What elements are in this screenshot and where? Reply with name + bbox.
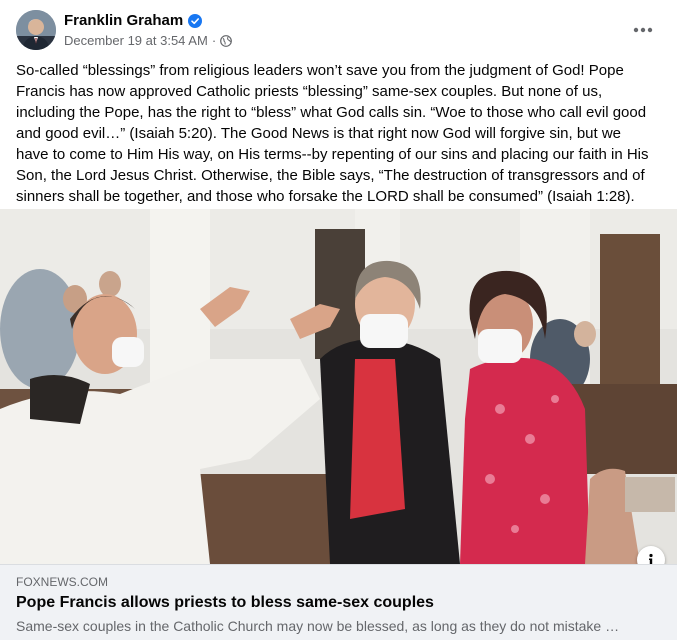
- globe-icon[interactable]: [220, 34, 233, 47]
- post-timestamp[interactable]: December 19 at 3:54 AM: [64, 33, 208, 48]
- link-domain: FOXNEWS.COM: [16, 575, 108, 589]
- verified-badge-icon: [188, 13, 203, 28]
- meta-separator: ·: [211, 33, 217, 48]
- more-options-icon[interactable]: [625, 12, 661, 48]
- facebook-post: Franklin Graham December 19 at 3:54 AM ·: [0, 0, 677, 640]
- post-photo[interactable]: [0, 209, 677, 564]
- link-description: Same-sex couples in the Catholic Church …: [16, 618, 620, 634]
- author-name[interactable]: Franklin Graham: [64, 12, 183, 29]
- link-title[interactable]: Pope Francis allows priests to bless sam…: [16, 594, 434, 612]
- post-text: So-called “blessings” from religious lea…: [16, 62, 649, 205]
- link-preview[interactable]: FOXNEWS.COM Pope Francis allows priests …: [0, 564, 677, 640]
- post-header: Franklin Graham December 19 at 3:54 AM ·: [16, 8, 661, 52]
- avatar[interactable]: [16, 10, 56, 50]
